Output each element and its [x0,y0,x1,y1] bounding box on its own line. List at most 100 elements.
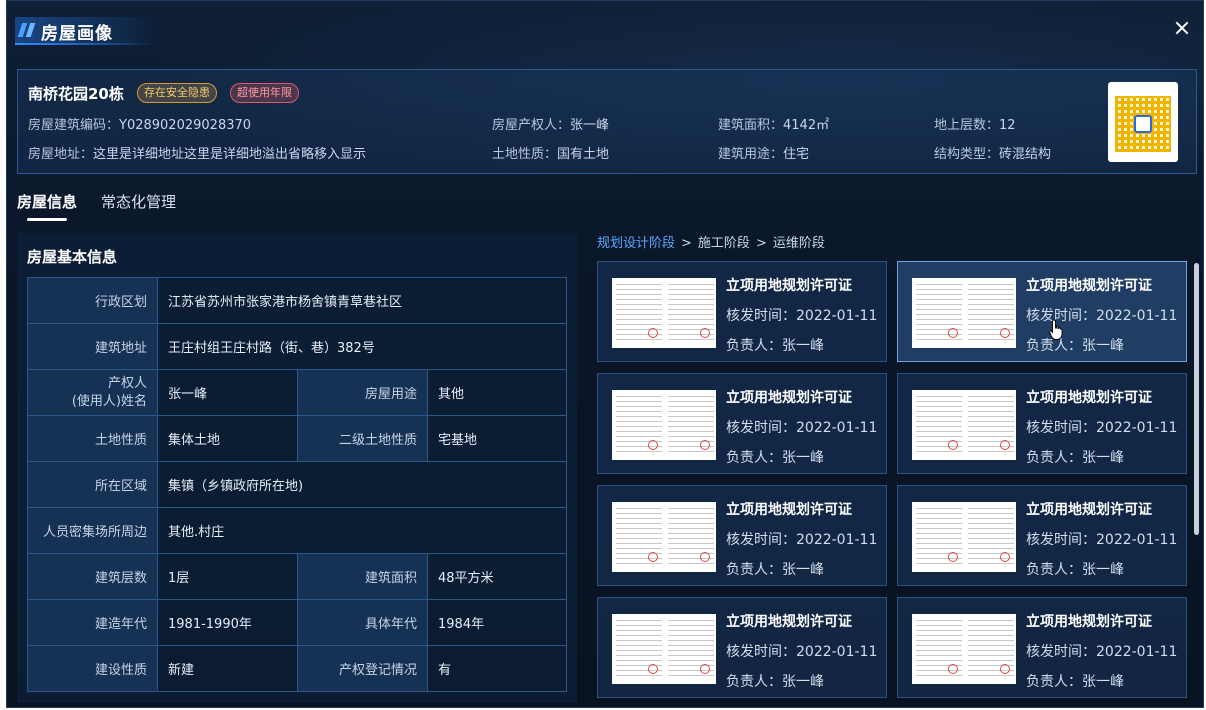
issue-time: 核发时间：2022-01-11 [1026,420,1178,436]
floors-above-ground: 地上层数：12 [934,118,1016,133]
table-key: 具体年代 [297,599,428,646]
certificate-thumbnail [612,614,716,684]
table-key: 建筑层数 [27,553,158,600]
certificate-card-grid: 立项用地规划许可证 核发时间：2022-01-11 负责人：张一峰 立项用地规划… [597,261,1187,701]
safety-hazard-badge: 存在安全隐患 [137,83,217,103]
land-nature: 土地性质：国有土地 [492,147,610,162]
table-row: 人员密集场所周边 其他.村庄 [27,507,567,554]
table-key: 建设性质 [27,645,158,692]
issue-time: 核发时间：2022-01-11 [726,308,878,324]
tab-routine-management[interactable]: 常态化管理 [101,191,176,212]
table-value: 江苏省苏州市张家港市杨舍镇青草巷社区 [157,277,567,324]
certificate-title: 立项用地规划许可证 [726,614,852,630]
issue-time: 核发时间：2022-01-11 [1026,644,1178,660]
responsible-person: 负责人：张一峰 [726,338,824,354]
building-code: 房屋建筑编码：Y028902029028370 [28,118,252,133]
certificate-thumbnail [612,502,716,572]
overdue-badge: 超使用年限 [230,83,299,103]
basic-info-table: 行政区划 江苏省苏州市张家港市杨舍镇青草巷社区 建筑地址 王庄村组王庄村路（街、… [27,277,567,692]
table-value: 有 [427,645,567,692]
certificate-card[interactable]: 立项用地规划许可证 核发时间：2022-01-11 负责人：张一峰 [897,261,1187,362]
responsible-person: 负责人：张一峰 [726,450,824,466]
certificate-card[interactable]: 立项用地规划许可证 核发时间：2022-01-11 负责人：张一峰 [597,261,887,362]
table-row: 建筑层数 1层 建筑面积 48平方米 [27,553,567,600]
table-row: 土地性质 集体土地 二级土地性质 宅基地 [27,415,567,462]
certificate-card[interactable]: 立项用地规划许可证 核发时间：2022-01-11 负责人：张一峰 [597,373,887,474]
certificate-title: 立项用地规划许可证 [726,502,852,518]
certificate-title: 立项用地规划许可证 [1026,278,1152,294]
issue-time: 核发时间：2022-01-11 [726,532,878,548]
table-key: 土地性质 [27,415,158,462]
panel-title: 房屋基本信息 [27,248,118,266]
qr-logo [1130,86,1158,101]
table-key: 所在区域 [27,461,158,508]
table-value: 集镇（乡镇政府所在地) [157,461,567,508]
certificate-card[interactable]: 立项用地规划许可证 核发时间：2022-01-11 负责人：张一峰 [597,485,887,586]
close-icon[interactable] [1171,17,1193,39]
table-value: 新建 [157,645,298,692]
table-key: 二级土地性质 [297,415,428,462]
table-row: 建造年代 1981-1990年 具体年代 1984年 [27,599,567,646]
breadcrumb-construction-stage[interactable]: 施工阶段 [698,236,750,251]
house-summary-card: 南桥花园20栋 存在安全隐患 超使用年限 房屋建筑编码：Y02890202902… [17,69,1197,174]
table-key: 行政区划 [27,277,158,324]
certificate-thumbnail [912,502,1016,572]
certificate-thumbnail [612,390,716,460]
table-row: 建设性质 新建 产权登记情况 有 [27,645,567,692]
house-icon [1134,115,1152,133]
certificate-card[interactable]: 立项用地规划许可证 核发时间：2022-01-11 负责人：张一峰 [897,373,1187,474]
table-value: 48平方米 [427,553,567,600]
house-profile-dialog: 房屋画像 南桥花园20栋 存在安全隐患 超使用年限 房屋建筑编码：Y028902… [6,0,1204,708]
certificate-card[interactable]: 立项用地规划许可证 核发时间：2022-01-11 负责人：张一峰 [897,485,1187,586]
house-address[interactable]: 房屋地址：这里是详细地址这里是详细地溢出省略移入显示 [28,143,366,162]
responsible-person: 负责人：张一峰 [726,562,824,578]
title-mark-icon [17,23,38,39]
tab-house-info[interactable]: 房屋信息 [17,191,77,221]
qr-code-icon[interactable] [1108,82,1178,162]
issue-time: 核发时间：2022-01-11 [726,644,878,660]
table-key: 建造年代 [27,599,158,646]
structure-type: 结构类型：砖混结构 [934,147,1052,162]
table-value: 集体土地 [157,415,298,462]
table-value: 1984年 [427,599,567,646]
table-value: 其他.村庄 [157,507,567,554]
responsible-person: 负责人：张一峰 [1026,562,1124,578]
certificate-title: 立项用地规划许可证 [726,278,852,294]
table-key: 建筑地址 [27,323,158,370]
table-value: 1981-1990年 [157,599,298,646]
card-list-scrollbar[interactable] [1194,263,1199,535]
certificate-title: 立项用地规划许可证 [1026,502,1152,518]
table-value: 1层 [157,553,298,600]
table-row: 行政区划 江苏省苏州市张家港市杨舍镇青草巷社区 [27,277,567,324]
table-value: 其他 [427,369,567,416]
responsible-person: 负责人：张一峰 [1026,338,1124,354]
building-name: 南桥花园20栋 [28,85,124,103]
certificate-card[interactable]: 立项用地规划许可证 核发时间：2022-01-11 负责人：张一峰 [897,597,1187,698]
stage-breadcrumb: 规划设计阶段 > 施工阶段 > 运维阶段 [597,232,825,251]
issue-time: 核发时间：2022-01-11 [1026,532,1178,548]
responsible-person: 负责人：张一峰 [726,674,824,690]
breadcrumb-operation-stage[interactable]: 运维阶段 [773,236,825,251]
table-key: 产权人 (使用人)姓名 [27,369,158,416]
dialog-title: 房屋画像 [41,24,113,44]
building-use: 建筑用途：住宅 [718,147,810,162]
table-key: 建筑面积 [297,553,428,600]
table-value: 王庄村组王庄村路（街、巷）382号 [157,323,567,370]
certificate-thumbnail [912,278,1016,348]
certificate-title: 立项用地规划许可证 [1026,390,1152,406]
certificate-title: 立项用地规划许可证 [1026,614,1152,630]
certificate-card[interactable]: 立项用地规划许可证 核发时间：2022-01-11 负责人：张一峰 [597,597,887,698]
table-value: 宅基地 [427,415,567,462]
table-row: 所在区域 集镇（乡镇政府所在地) [27,461,567,508]
table-key: 人员密集场所周边 [27,507,158,554]
hand-cursor-icon [1049,319,1063,340]
breadcrumb-planning-stage[interactable]: 规划设计阶段 [597,236,675,251]
table-key-line: (使用人)姓名 [71,393,147,409]
building-area: 建筑面积：4142㎡ [718,118,830,133]
responsible-person: 负责人：张一峰 [1026,674,1124,690]
table-row: 产权人 (使用人)姓名 张一峰 房屋用途 其他 [27,369,567,416]
property-owner: 房屋产权人：张一峰 [492,118,610,133]
table-key-line: 产权人 [107,375,147,391]
table-value: 张一峰 [157,369,298,416]
certificate-title: 立项用地规划许可证 [726,390,852,406]
